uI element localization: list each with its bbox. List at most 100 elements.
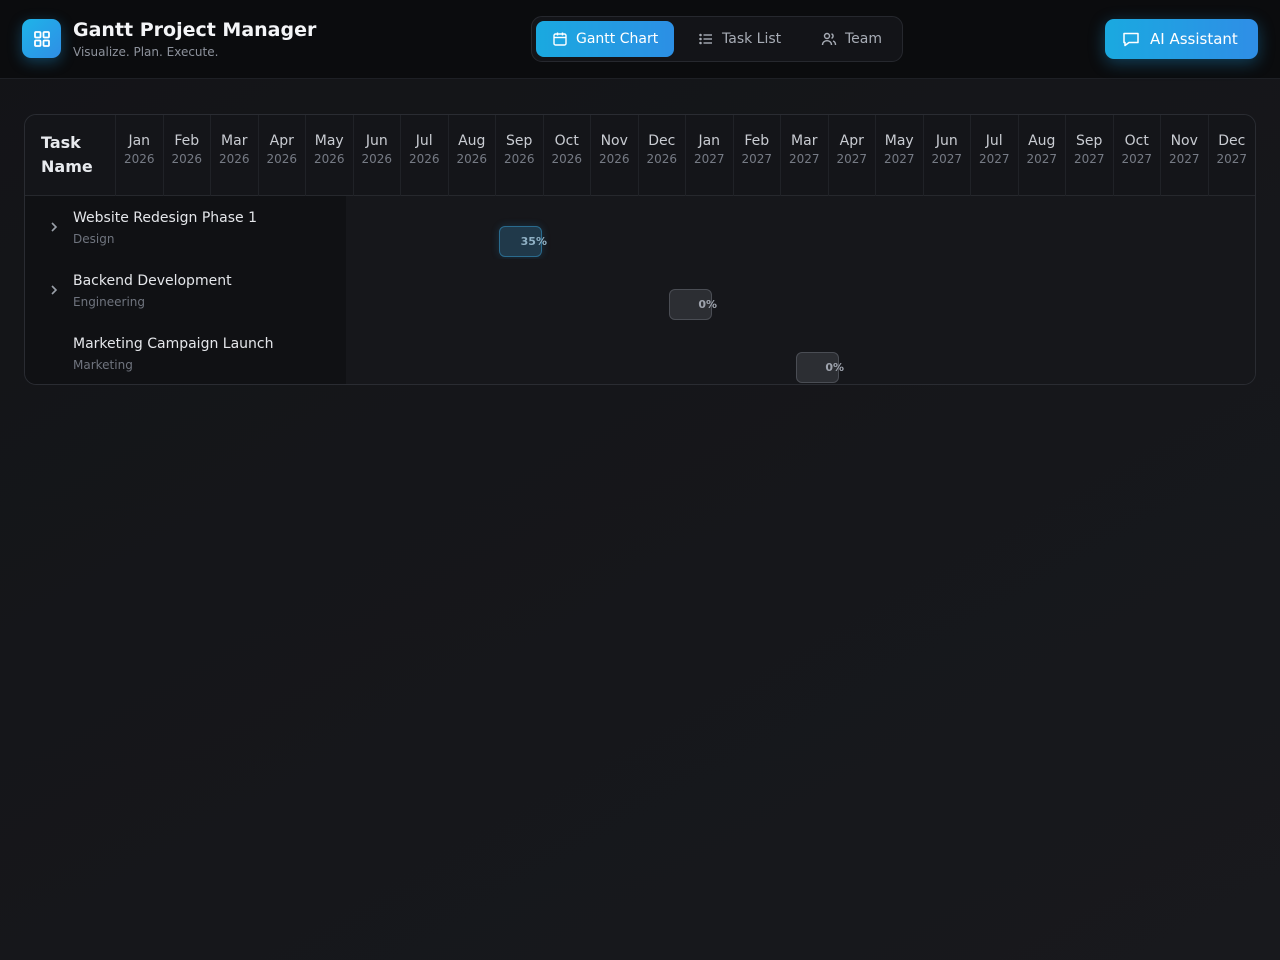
month-column-header: Mar 2026 bbox=[210, 115, 258, 196]
month-column-header: Aug 2026 bbox=[447, 115, 496, 196]
year-label: 2027 bbox=[1168, 152, 1200, 166]
month-label: Sep bbox=[1076, 133, 1103, 149]
month-column-header: Sep 2026 bbox=[495, 115, 543, 196]
month-column-header: Feb 2026 bbox=[162, 115, 211, 196]
task-row[interactable]: Backend Development Engineering 0% bbox=[25, 259, 1255, 322]
task-bar[interactable]: 35% bbox=[499, 226, 547, 257]
app-title: Gantt Project Manager bbox=[73, 19, 317, 41]
year-label: 2027 bbox=[741, 152, 773, 166]
year-label: 2027 bbox=[1073, 152, 1105, 166]
tab-team[interactable]: Team bbox=[805, 21, 899, 57]
month-column-header: Jun 2027 bbox=[922, 115, 971, 196]
tab-task-list-label: Task List bbox=[722, 31, 782, 47]
task-timeline-track: 35% bbox=[346, 196, 1255, 259]
app-subtitle: Visualize. Plan. Execute. bbox=[73, 45, 219, 59]
task-bar[interactable]: 0% bbox=[796, 352, 844, 383]
month-label: Jan bbox=[698, 133, 721, 149]
month-label: Jun bbox=[935, 133, 958, 149]
month-label: Feb bbox=[744, 133, 770, 149]
year-label: 2027 bbox=[1121, 152, 1153, 166]
task-row[interactable]: Website Redesign Phase 1 Design 35% bbox=[25, 196, 1255, 259]
month-label: Oct bbox=[554, 133, 579, 149]
month-column-header: May 2026 bbox=[305, 115, 353, 196]
gantt-chart: Task Name Jan 2026 Feb 2026 Mar 2026 Apr 2026 Ma… bbox=[24, 114, 1256, 385]
chevron-right-icon[interactable] bbox=[47, 283, 61, 297]
year-label: 2026 bbox=[266, 152, 298, 166]
month-column-header: Apr 2027 bbox=[827, 115, 876, 196]
year-label: 2026 bbox=[218, 152, 250, 166]
year-label: 2026 bbox=[313, 152, 345, 166]
month-label: Aug bbox=[1028, 133, 1056, 149]
year-label: 2027 bbox=[978, 152, 1010, 166]
month-column-header: Dec 2027 bbox=[1207, 115, 1256, 196]
task-name: Backend Development bbox=[73, 273, 232, 289]
year-label: 2027 bbox=[1026, 152, 1058, 166]
task-progress: 0% bbox=[825, 361, 844, 374]
month-column-header: Aug 2027 bbox=[1017, 115, 1066, 196]
month-column-header: Oct 2027 bbox=[1112, 115, 1161, 196]
month-label: Jun bbox=[365, 133, 388, 149]
task-category: Engineering bbox=[73, 295, 145, 309]
chevron-right-icon[interactable] bbox=[47, 220, 61, 234]
month-label: Nov bbox=[600, 133, 628, 149]
task-category: Design bbox=[73, 232, 115, 246]
month-label: Sep bbox=[506, 133, 533, 149]
year-label: 2027 bbox=[836, 152, 868, 166]
list-icon bbox=[699, 33, 712, 45]
year-label: 2026 bbox=[361, 152, 393, 166]
task-name: Website Redesign Phase 1 bbox=[73, 210, 258, 226]
task-label-cell: Website Redesign Phase 1 Design bbox=[25, 196, 346, 259]
month-column-header: Apr 2026 bbox=[257, 115, 306, 196]
tab-gantt-chart[interactable]: Gantt Chart bbox=[536, 21, 674, 57]
month-label: Jan bbox=[128, 133, 151, 149]
ai-assistant-label: AI Assistant bbox=[1150, 30, 1238, 48]
month-column-header: Sep 2027 bbox=[1065, 115, 1113, 196]
ai-assistant-button[interactable]: AI Assistant bbox=[1105, 19, 1258, 59]
month-label: Mar bbox=[791, 133, 818, 149]
month-label: Apr bbox=[269, 133, 294, 149]
month-label: Aug bbox=[458, 133, 486, 149]
month-label: Oct bbox=[1124, 133, 1149, 149]
task-progress: 35% bbox=[520, 235, 547, 248]
month-label: Mar bbox=[221, 133, 248, 149]
tab-gantt-chart-label: Gantt Chart bbox=[576, 31, 659, 47]
grid-logo-icon[interactable] bbox=[22, 19, 61, 58]
month-column-header: Jun 2026 bbox=[352, 115, 401, 196]
month-column-header: Nov 2027 bbox=[1160, 115, 1208, 196]
year-label: 2026 bbox=[171, 152, 203, 166]
year-label: 2026 bbox=[123, 152, 155, 166]
task-label-cell: Backend Development Engineering bbox=[25, 259, 346, 322]
month-label: May bbox=[884, 133, 914, 149]
app-header: Gantt Project Manager Visualize. Plan. E… bbox=[0, 0, 1280, 79]
task-progress: 0% bbox=[698, 298, 717, 311]
month-column-header: Jan 2027 bbox=[685, 115, 733, 196]
chat-icon bbox=[1123, 32, 1139, 47]
year-label: 2027 bbox=[788, 152, 820, 166]
tab-task-list[interactable]: Task List bbox=[682, 21, 792, 57]
month-column-header: Jan 2026 bbox=[115, 115, 163, 196]
month-label: Feb bbox=[174, 133, 200, 149]
month-column-header: Jul 2027 bbox=[970, 115, 1018, 196]
year-label: 2026 bbox=[551, 152, 583, 166]
month-column-header: May 2027 bbox=[875, 115, 923, 196]
year-label: 2026 bbox=[408, 152, 440, 166]
month-label: Jul bbox=[415, 133, 433, 149]
task-row[interactable]: Marketing Campaign Launch Marketing 0% bbox=[25, 322, 1255, 384]
month-column-header: Dec 2026 bbox=[637, 115, 686, 196]
month-column-header: Mar 2027 bbox=[780, 115, 828, 196]
month-column-header: Nov 2026 bbox=[590, 115, 638, 196]
month-column-header: Feb 2027 bbox=[732, 115, 781, 196]
year-label: 2027 bbox=[693, 152, 725, 166]
year-label: 2026 bbox=[456, 152, 488, 166]
month-label: Dec bbox=[1218, 133, 1246, 149]
task-timeline-track: 0% bbox=[346, 322, 1255, 384]
year-label: 2026 bbox=[598, 152, 630, 166]
year-label: 2027 bbox=[1216, 152, 1248, 166]
year-label: 2027 bbox=[883, 152, 915, 166]
year-label: 2026 bbox=[646, 152, 678, 166]
month-label: May bbox=[314, 133, 344, 149]
task-bar[interactable]: 0% bbox=[669, 289, 717, 320]
month-column-header: Jul 2026 bbox=[400, 115, 448, 196]
year-label: 2027 bbox=[931, 152, 963, 166]
task-name: Marketing Campaign Launch bbox=[73, 336, 274, 352]
